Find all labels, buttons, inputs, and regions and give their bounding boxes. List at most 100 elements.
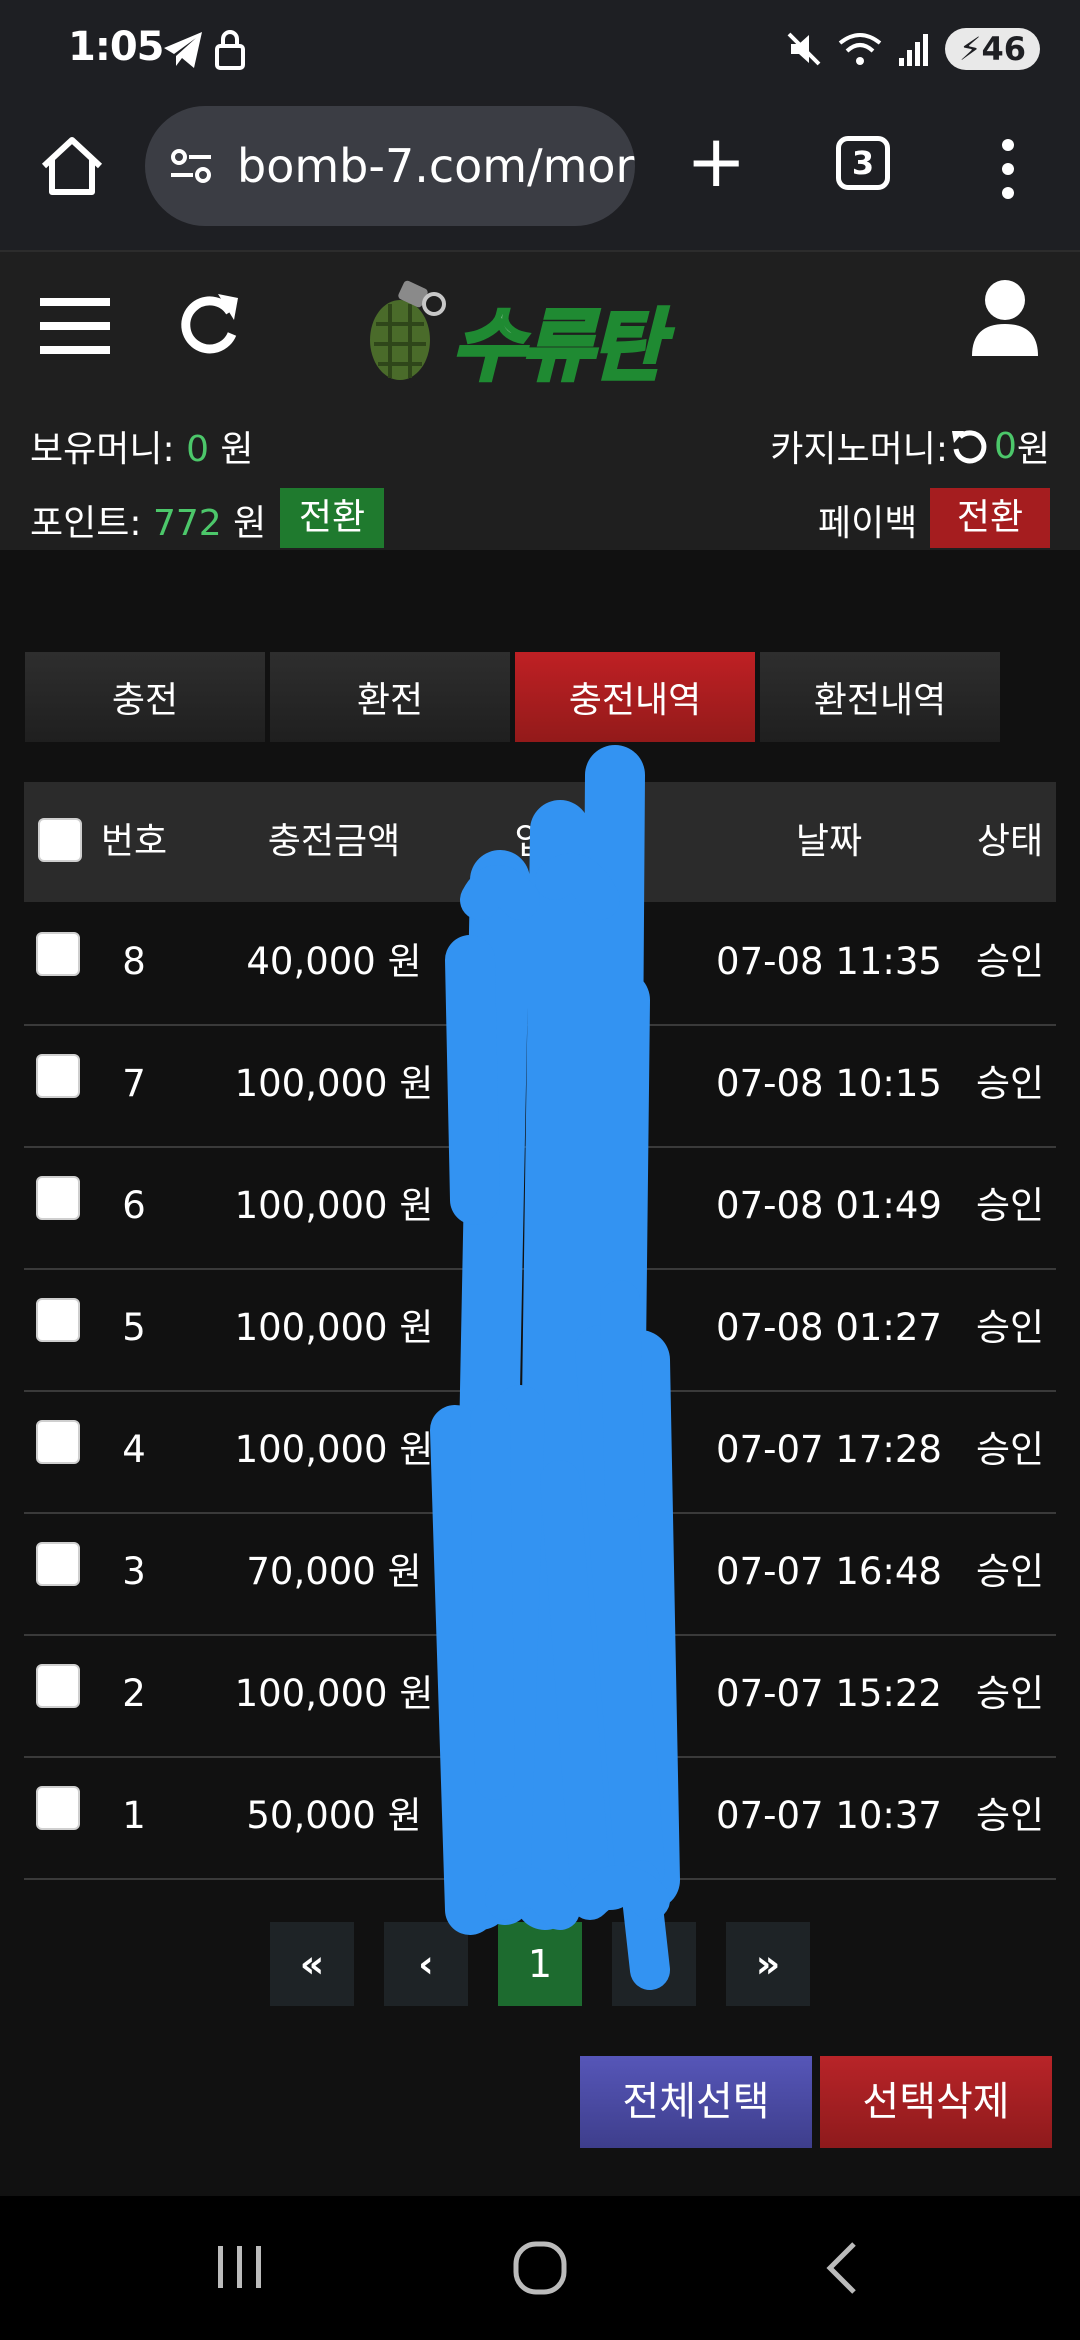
row-amount: 40,000 원 <box>246 940 422 983</box>
header-amount: 충전금액 <box>267 821 401 862</box>
site-settings-icon[interactable] <box>167 141 217 191</box>
table-header: 번호 충전금액 입금자 날짜 상태 <box>24 782 1056 902</box>
telegram-icon <box>164 32 202 68</box>
row-checkbox[interactable] <box>36 1054 80 1098</box>
row-checkbox[interactable] <box>36 1298 80 1342</box>
row-amount: 70,000 원 <box>246 1550 422 1593</box>
row-date: 07-07 16:48 <box>716 1550 942 1593</box>
casino-money: 카지노머니: 0 원 <box>770 425 1050 471</box>
payback-label: 페이백 <box>818 503 918 544</box>
user-profile-icon[interactable] <box>970 278 1040 358</box>
delete-selected-button[interactable]: 선택삭제 <box>820 2056 1052 2148</box>
row-checkbox[interactable] <box>36 1176 80 1220</box>
table-row: 1 50,000 원 07-07 10:37 승인 <box>24 1756 1056 1880</box>
next-page-button[interactable]: › <box>612 1922 696 2006</box>
table-row: 5 100,000 원 07-08 01:27 승인 <box>24 1268 1056 1392</box>
casino-value: 0 <box>993 425 1017 467</box>
row-date: 07-08 11:35 <box>716 940 942 983</box>
row-status: 승인 <box>975 1184 1045 1227</box>
prev-page-button[interactable]: ‹ <box>384 1922 468 2006</box>
row-no: 2 <box>122 1672 146 1715</box>
row-date: 07-08 01:49 <box>716 1184 942 1227</box>
row-no: 5 <box>122 1306 146 1349</box>
signal-icon <box>899 34 928 66</box>
tab-switcher-button[interactable]: 3 <box>836 136 890 190</box>
row-no: 6 <box>122 1184 146 1227</box>
back-nav-icon[interactable] <box>822 2240 862 2296</box>
recent-apps-icon[interactable] <box>212 2242 268 2292</box>
row-checkbox[interactable] <box>36 932 80 976</box>
row-checkbox[interactable] <box>36 1664 80 1708</box>
status-bar: 1:05 ⚡46 <box>0 0 1080 100</box>
table-row: 2 100,000 원 07-07 15:22 승인 <box>24 1634 1056 1758</box>
more-menu-icon[interactable] <box>996 136 1020 202</box>
header-date: 날짜 <box>795 821 863 862</box>
row-checkbox[interactable] <box>36 1786 80 1830</box>
new-tab-button[interactable]: + <box>686 125 746 200</box>
grenade-icon <box>370 280 446 380</box>
row-checkbox[interactable] <box>36 1420 80 1464</box>
mute-icon <box>787 32 821 66</box>
row-status: 승인 <box>975 1794 1045 1837</box>
casino-refresh-icon[interactable] <box>950 427 988 465</box>
row-status: 승인 <box>975 1428 1045 1471</box>
battery-level: ⚡46 <box>945 28 1040 70</box>
row-date: 07-07 10:37 <box>716 1794 942 1837</box>
tab-bar: 충전 환전 충전내역 환전내역 <box>25 652 1005 742</box>
row-amount: 100,000 원 <box>234 1672 434 1715</box>
row-date: 07-07 17:28 <box>716 1428 942 1471</box>
balance-value: 0 <box>186 429 209 470</box>
header-depositor: 입금자 <box>514 821 614 862</box>
row-status: 승인 <box>975 1062 1045 1105</box>
first-page-button[interactable]: « <box>270 1922 354 2006</box>
row-no: 1 <box>122 1794 146 1837</box>
balance-money: 보유머니: 0 원 <box>30 429 254 470</box>
row-status: 승인 <box>975 1306 1045 1349</box>
row-date: 07-08 01:27 <box>716 1306 942 1349</box>
select-all-button[interactable]: 전체선택 <box>580 2056 812 2148</box>
row-no: 3 <box>122 1550 146 1593</box>
page-1-button[interactable]: 1 <box>498 1922 582 2006</box>
row-amount: 50,000 원 <box>246 1794 422 1837</box>
header-status: 상태 <box>976 821 1044 862</box>
logo-text: 수류탄 <box>450 300 665 394</box>
hamburger-menu-icon[interactable] <box>40 296 110 356</box>
tab-deposit-history[interactable]: 충전내역 <box>515 652 755 742</box>
status-time: 1:05 <box>68 24 164 70</box>
points-value: 772 <box>152 503 222 544</box>
header-no: 번호 <box>100 821 168 862</box>
table-row: 8 40,000 원 07-08 11:35 승인 <box>24 902 1056 1026</box>
system-nav-bar <box>0 2196 1080 2340</box>
wifi-icon <box>838 33 882 65</box>
tab-deposit[interactable]: 충전 <box>25 652 265 742</box>
last-page-button[interactable]: » <box>726 1922 810 2006</box>
row-amount: 100,000 원 <box>234 1184 434 1227</box>
select-all-checkbox[interactable] <box>38 818 82 862</box>
row-date: 07-08 10:15 <box>716 1062 942 1105</box>
browser-toolbar: bomb-7.com/mor + 3 <box>0 100 1080 252</box>
refresh-icon[interactable] <box>178 288 244 358</box>
row-amount: 100,000 원 <box>234 1428 434 1471</box>
row-status: 승인 <box>975 940 1045 983</box>
table-row: 7 100,000 원 07-08 10:15 승인 <box>24 1024 1056 1148</box>
url-text: bomb-7.com/mor <box>237 139 635 193</box>
row-amount: 100,000 원 <box>234 1306 434 1349</box>
row-date: 07-07 15:22 <box>716 1672 942 1715</box>
address-bar[interactable]: bomb-7.com/mor <box>145 106 635 226</box>
row-no: 4 <box>122 1428 146 1471</box>
table-row: 3 70,000 원 07-07 16:48 승인 <box>24 1512 1056 1636</box>
tab-withdraw[interactable]: 환전 <box>270 652 510 742</box>
payback-convert-button[interactable]: 전환 <box>930 488 1050 548</box>
row-status: 승인 <box>975 1672 1045 1715</box>
site-logo[interactable]: 수류탄 <box>360 274 730 394</box>
row-no: 7 <box>122 1062 146 1105</box>
home-nav-icon[interactable] <box>512 2240 568 2296</box>
home-icon[interactable] <box>36 130 108 202</box>
tab-withdraw-history[interactable]: 환전내역 <box>760 652 1000 742</box>
points-convert-button[interactable]: 전환 <box>280 488 384 548</box>
points: 포인트: 772 원 <box>30 503 267 544</box>
row-status: 승인 <box>975 1550 1045 1593</box>
table-row: 4 100,000 원 07-07 17:28 승인 <box>24 1390 1056 1514</box>
row-amount: 100,000 원 <box>234 1062 434 1105</box>
row-checkbox[interactable] <box>36 1542 80 1586</box>
